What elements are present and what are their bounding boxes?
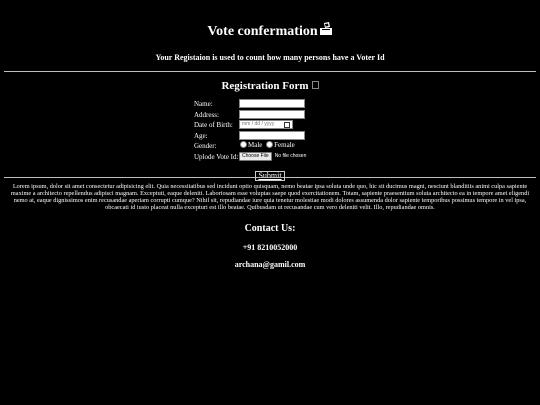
page-subtitle: Your Registaion is used to count how man…	[155, 53, 385, 62]
dob-label: Date of Birth:	[194, 121, 233, 129]
dob-date-input[interactable]: mm / dd / yyyy	[239, 120, 293, 129]
choose-file-button[interactable]: Choose File	[239, 151, 272, 161]
empty-glyph-icon	[311, 81, 319, 89]
age-input[interactable]	[239, 130, 305, 140]
dob-placeholder: mm / dd / yyyy	[242, 121, 275, 127]
address-row: Address:	[194, 109, 354, 121]
gender-male-radio[interactable]	[240, 141, 247, 148]
top-divider	[4, 71, 536, 72]
age-label: Age:	[194, 131, 208, 140]
gender-label: Gender:	[194, 142, 217, 150]
calendar-icon[interactable]	[284, 122, 290, 128]
gender-row: Gender: Male Female	[194, 141, 354, 152]
gender-female-label: Female	[274, 141, 295, 149]
address-label: Address:	[194, 110, 219, 119]
submit-row: Submit	[0, 165, 540, 183]
file-status: No file chosen	[274, 152, 307, 159]
age-row: Age:	[194, 130, 354, 142]
name-label: Name:	[194, 100, 213, 108]
registration-form: Name: Address: Date of Birth: mm / dd / …	[194, 99, 354, 162]
voter-id-file-input: Choose File No file chosen	[239, 151, 307, 161]
form-title: Registration Form	[0, 80, 540, 93]
contact-phone: +91 8210052000	[242, 243, 298, 252]
gender-radio-group: Male Female	[240, 141, 297, 150]
form-title-text: Registration Form	[221, 80, 309, 92]
page-title-text: Vote confermation	[207, 24, 318, 39]
address-input[interactable]	[239, 109, 305, 119]
page-title: Vote confermation	[0, 22, 540, 41]
contact-email: archana@gamil.com	[234, 260, 306, 269]
dob-row: Date of Birth: mm / dd / yyyy	[194, 120, 354, 131]
name-input[interactable]	[239, 99, 305, 108]
upload-row: Uplode Vote Id: Choose File No file chose…	[194, 151, 354, 163]
body-paragraph: Lorem ipsum, dolor sit amet consectetur …	[10, 183, 530, 211]
gender-male-label: Male	[248, 141, 263, 149]
ballot-box-icon	[319, 22, 333, 36]
submit-button[interactable]: Submit	[255, 171, 285, 181]
middle-divider	[4, 177, 536, 178]
page: Vote confermation Your Registaion is use…	[0, 0, 540, 405]
upload-label: Uplode Vote Id:	[194, 152, 239, 161]
name-row: Name:	[194, 99, 354, 110]
contact-title: Contact Us:	[244, 223, 296, 234]
gender-female-radio[interactable]	[266, 141, 274, 148]
